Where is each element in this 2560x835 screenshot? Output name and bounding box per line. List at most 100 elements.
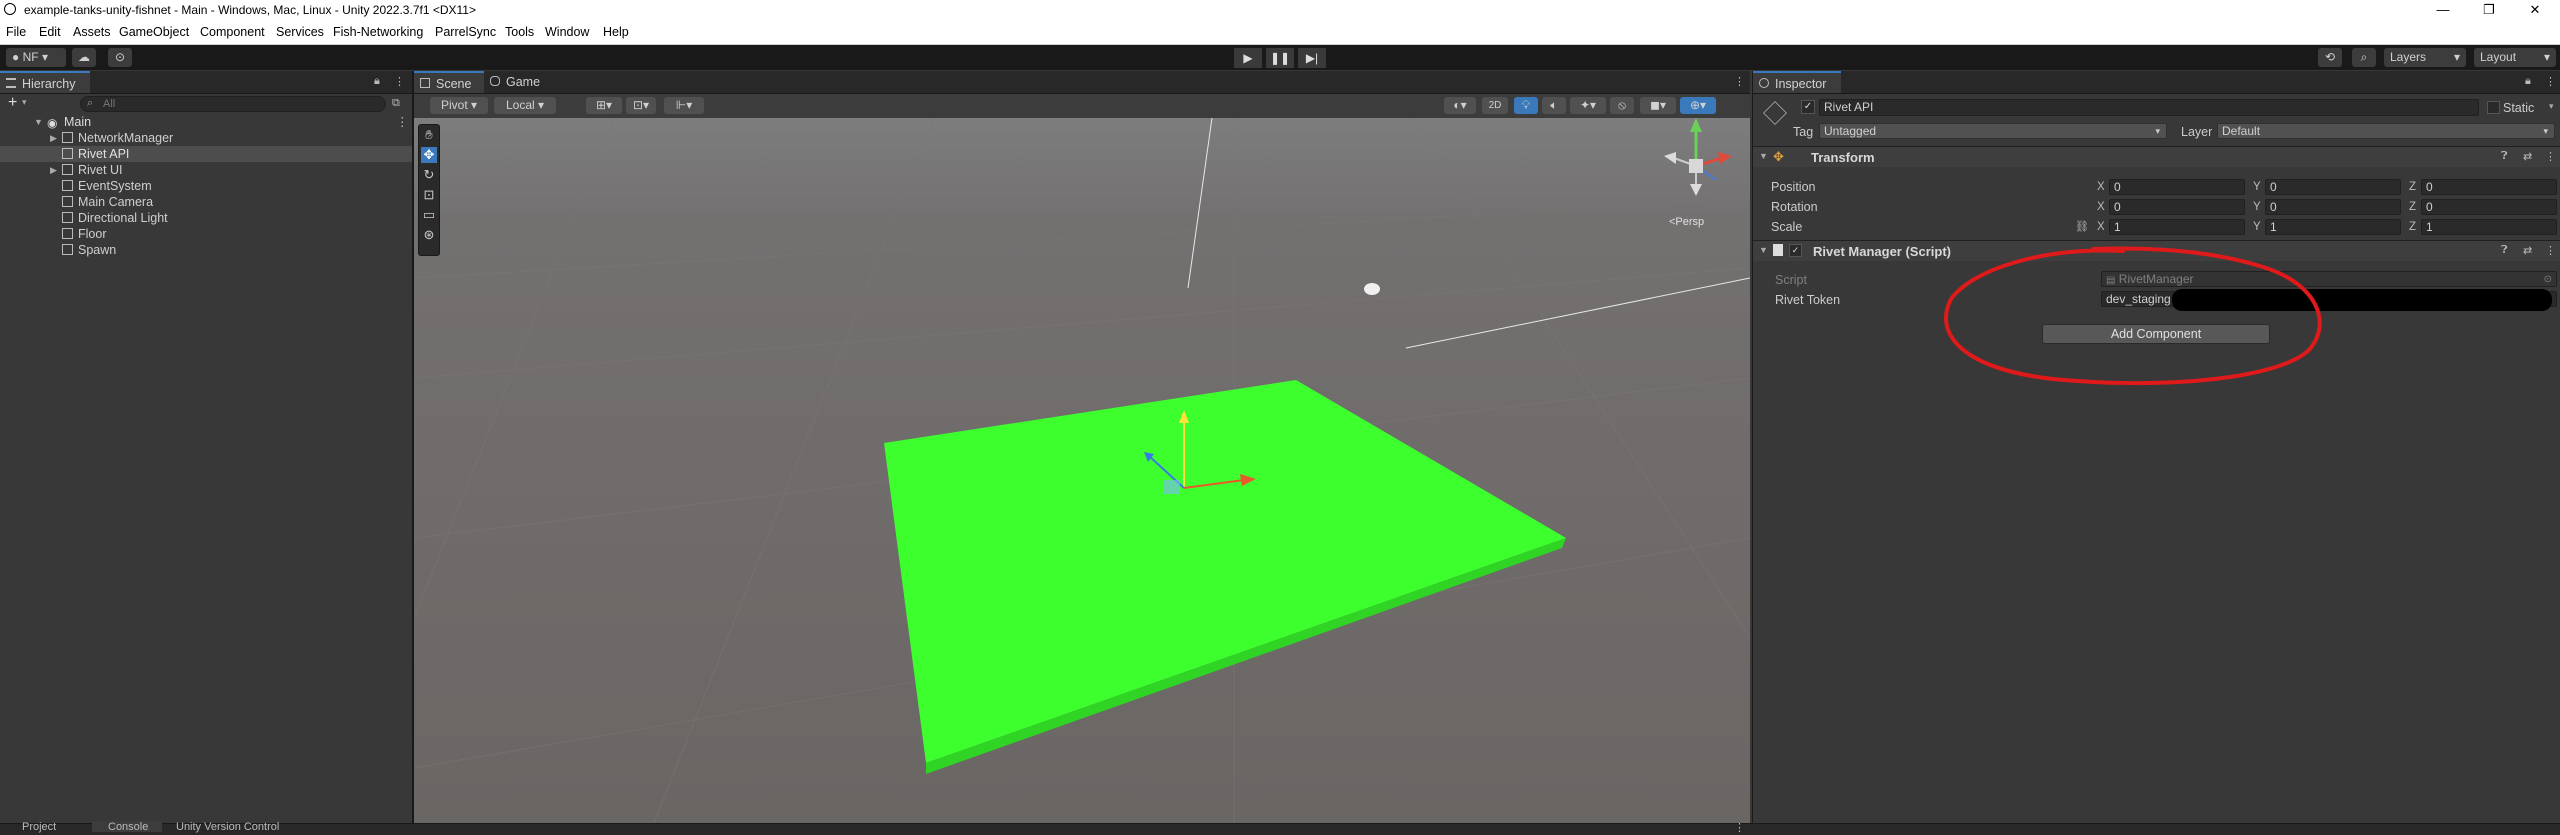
preset-icon[interactable]: ⇄ <box>2523 244 2532 257</box>
ruler-icon[interactable]: ⊩▾ <box>664 97 704 114</box>
transform-tool-icon[interactable]: ⊛ <box>421 227 437 243</box>
cloud-icon[interactable]: ☁ <box>72 48 96 67</box>
layout-dropdown[interactable]: Layout ▾ <box>2474 48 2556 67</box>
lock-icon[interactable]: 🔒︎ <box>374 75 380 88</box>
hierarchy-item[interactable]: ▶ Rivet UI <box>0 162 412 178</box>
visibility-icon[interactable]: ⦸ <box>1610 97 1634 114</box>
pause-button[interactable]: ❚❚ <box>1266 48 1294 68</box>
tab-inspector[interactable]: Inspector <box>1753 71 1841 93</box>
menu-edit[interactable]: Edit <box>39 25 61 39</box>
menu-gameobject[interactable]: GameObject <box>119 25 189 39</box>
menu-parrelsync[interactable]: ParrelSync <box>435 25 496 39</box>
more-icon[interactable]: ⋮ <box>2545 75 2556 88</box>
history-icon[interactable]: ⟲ <box>2318 48 2342 67</box>
object-name-field[interactable]: Rivet API <box>1819 99 2479 116</box>
2d-toggle[interactable]: 2D <box>1482 97 1508 114</box>
close-button[interactable]: ✕ <box>2512 0 2558 20</box>
play-button[interactable]: ▶ <box>1234 48 1262 68</box>
step-button[interactable]: ▶| <box>1298 48 1326 68</box>
rotation-x-field[interactable]: 0 <box>2109 199 2245 215</box>
hierarchy-item[interactable]: Directional Light <box>0 210 412 226</box>
hierarchy-item[interactable]: EventSystem <box>0 178 412 194</box>
hierarchy-item[interactable]: Spawn <box>0 242 412 258</box>
scale-z-field[interactable]: 1 <box>2421 219 2557 235</box>
pivot-dropdown[interactable]: Pivot ▾ <box>430 97 488 114</box>
effects-icon[interactable]: ✦▾ <box>1570 97 1606 114</box>
fold-open-icon[interactable]: ▼ <box>34 114 43 130</box>
position-z-field[interactable]: 0 <box>2421 179 2557 195</box>
enabled-checkbox[interactable]: ✓ <box>1789 244 1802 257</box>
tab-game[interactable]: Game <box>484 71 554 93</box>
static-checkbox[interactable] <box>2487 101 2500 114</box>
menu-file[interactable]: File <box>6 25 26 39</box>
fold-open-icon[interactable]: ▼ <box>1759 245 1768 255</box>
persp-label[interactable]: <Persp <box>1669 216 1704 228</box>
search-icon[interactable]: ⌕ <box>2352 48 2376 67</box>
add-button[interactable]: + <box>8 94 17 112</box>
rotate-tool-icon[interactable]: ↻ <box>421 167 437 183</box>
position-x-field[interactable]: 0 <box>2109 179 2245 195</box>
fold-closed-icon[interactable]: ▶ <box>50 162 57 178</box>
rotation-y-field[interactable]: 0 <box>2265 199 2401 215</box>
tab-console[interactable]: Console <box>108 821 148 833</box>
snap-increment-icon[interactable]: ⊡▾ <box>626 97 656 114</box>
rect-tool-icon[interactable]: ▭ <box>421 207 437 223</box>
hierarchy-item[interactable]: ▶ NetworkManager <box>0 130 412 146</box>
more-icon[interactable]: ⋮ <box>396 114 409 130</box>
menu-window[interactable]: Window <box>545 25 589 39</box>
move-tool-icon[interactable]: ✥ <box>421 147 437 163</box>
tab-project[interactable]: Project <box>22 821 56 833</box>
tag-dropdown[interactable]: Untagged ▾ <box>1819 123 2167 139</box>
camera-icon[interactable]: ◼▾ <box>1640 97 1676 114</box>
more-icon[interactable]: ⋮ <box>2545 150 2556 163</box>
scale-x-field[interactable]: 1 <box>2109 219 2245 235</box>
position-y-field[interactable]: 0 <box>2265 179 2401 195</box>
fold-closed-icon[interactable]: ▶ <box>50 130 57 146</box>
local-dropdown[interactable]: Local ▾ <box>494 97 556 114</box>
scale-tool-icon[interactable]: ⊡ <box>421 187 437 203</box>
search-input[interactable]: ⌕ All <box>80 96 386 112</box>
draw-mode-icon[interactable]: ◐▾ <box>1444 97 1476 114</box>
layer-dropdown[interactable]: Default ▾ <box>2217 123 2555 139</box>
menu-assets[interactable]: Assets <box>73 25 111 39</box>
account-dropdown[interactable]: ● NF ▾ <box>6 48 66 67</box>
minimize-button[interactable]: — <box>2420 0 2466 20</box>
more-icon[interactable]: ⋮ <box>1734 821 1745 834</box>
more-icon[interactable]: ⋮ <box>2545 244 2556 257</box>
chevron-down-icon[interactable]: ▾ <box>2549 101 2554 112</box>
transform-header[interactable]: ▼ ✥ Transform ❓︎ ⇄ ⋮ <box>1753 146 2560 167</box>
tab-scene[interactable]: Scene <box>414 71 484 93</box>
tab-unity-version-control[interactable]: Unity Version Control <box>176 821 279 833</box>
maximize-button[interactable]: ❐ <box>2466 0 2512 20</box>
menu-tools[interactable]: Tools <box>505 25 534 39</box>
collab-icon[interactable]: ⊙ <box>108 48 132 67</box>
help-icon[interactable]: ❓︎ <box>2501 150 2508 163</box>
scale-y-field[interactable]: 1 <box>2265 219 2401 235</box>
menu-component[interactable]: Component <box>200 25 265 39</box>
lighting-icon[interactable]: 💡︎ <box>1514 97 1538 114</box>
menu-help[interactable]: Help <box>603 25 629 39</box>
layers-dropdown[interactable]: Layers ▾ <box>2384 48 2466 67</box>
preset-icon[interactable]: ⇄ <box>2523 150 2532 163</box>
hierarchy-scene-row[interactable]: ▼ ◉ Main ⋮ <box>0 114 412 130</box>
active-checkbox[interactable]: ✓ <box>1801 100 1815 114</box>
link-icon[interactable]: ⛓︎ <box>2075 220 2089 233</box>
fold-open-icon[interactable]: ▼ <box>1759 151 1768 161</box>
grid-snap-icon[interactable]: ⊞▾ <box>586 97 622 114</box>
hierarchy-item[interactable]: Floor <box>0 226 412 242</box>
menu-services[interactable]: Services <box>276 25 324 39</box>
hierarchy-item-selected[interactable]: Rivet API <box>0 146 412 162</box>
help-icon[interactable]: ❓︎ <box>2501 244 2508 257</box>
hand-tool-icon[interactable]: ✋︎ <box>421 127 437 143</box>
target-icon[interactable]: ⊙ <box>2544 272 2552 287</box>
menu-fish-networking[interactable]: Fish-Networking <box>333 25 423 39</box>
light-gizmo-icon[interactable] <box>1364 283 1380 295</box>
more-icon[interactable]: ⋮ <box>394 75 405 88</box>
gizmos-icon[interactable]: ⊕▾ <box>1680 97 1716 114</box>
scene-viewport[interactable]: <Persp ✋︎ ✥ ↻ ⊡ ▭ ⊛ <box>414 118 1750 823</box>
tab-hierarchy[interactable]: Hierarchy <box>0 71 90 93</box>
lock-icon[interactable]: 🔒︎ <box>2525 75 2531 88</box>
rotation-z-field[interactable]: 0 <box>2421 199 2557 215</box>
scene-filter-icon[interactable]: ⧉ <box>392 97 400 110</box>
hierarchy-item[interactable]: Main Camera <box>0 194 412 210</box>
